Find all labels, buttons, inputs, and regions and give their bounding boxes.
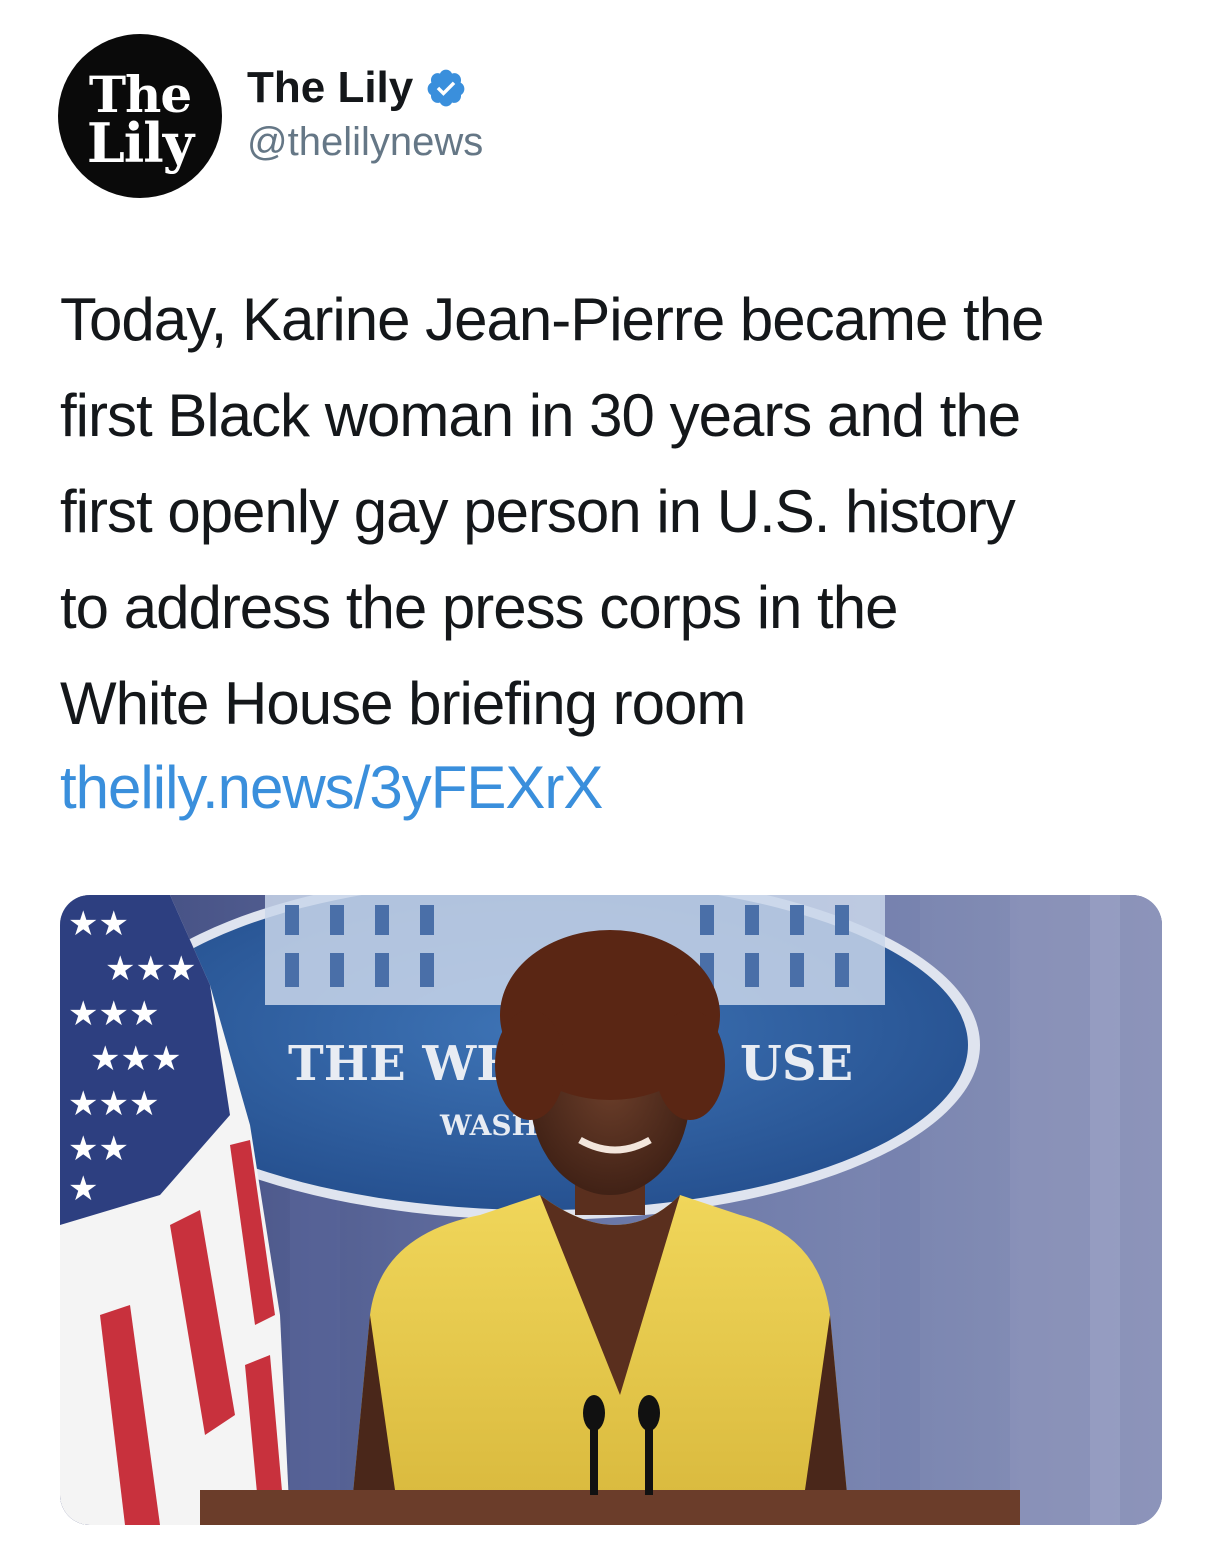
tweet-card: The Lily The Lily @thelilynews Today, Ka… — [0, 0, 1222, 1558]
svg-text:★: ★ — [68, 1169, 98, 1209]
avatar[interactable]: The Lily — [58, 34, 222, 198]
svg-text:★★: ★★ — [68, 1129, 129, 1169]
svg-text:★★★: ★★★ — [68, 994, 159, 1034]
avatar-logo-line2: Lily — [86, 111, 194, 175]
tweet-link[interactable]: thelily.news/3yFEXrX — [60, 752, 603, 824]
svg-text:★★: ★★ — [68, 904, 129, 944]
display-name[interactable]: The Lily — [247, 63, 413, 113]
author-handle[interactable]: @thelilynews — [247, 120, 483, 165]
seal-text-left: THE WH — [288, 1036, 522, 1092]
briefing-room-photo: THE WH USE WASH ★★★★★ ★★★★★★ ★★★★★ ★ — [60, 895, 1162, 1525]
seal-text-right: USE — [740, 1036, 853, 1092]
verified-badge-icon — [427, 69, 465, 107]
author-name-row: The Lily — [247, 60, 467, 116]
tweet-media-image[interactable]: THE WH USE WASH ★★ ★★★ ★★★ ★★★ ★★★ ★★ ★ — [60, 895, 1162, 1525]
svg-text:★★★: ★★★ — [90, 1039, 181, 1079]
svg-text:★★★: ★★★ — [68, 1084, 159, 1124]
tweet-text: Today, Karine Jean-Pierre became the fir… — [60, 286, 1044, 737]
svg-text:★★★: ★★★ — [105, 949, 196, 989]
